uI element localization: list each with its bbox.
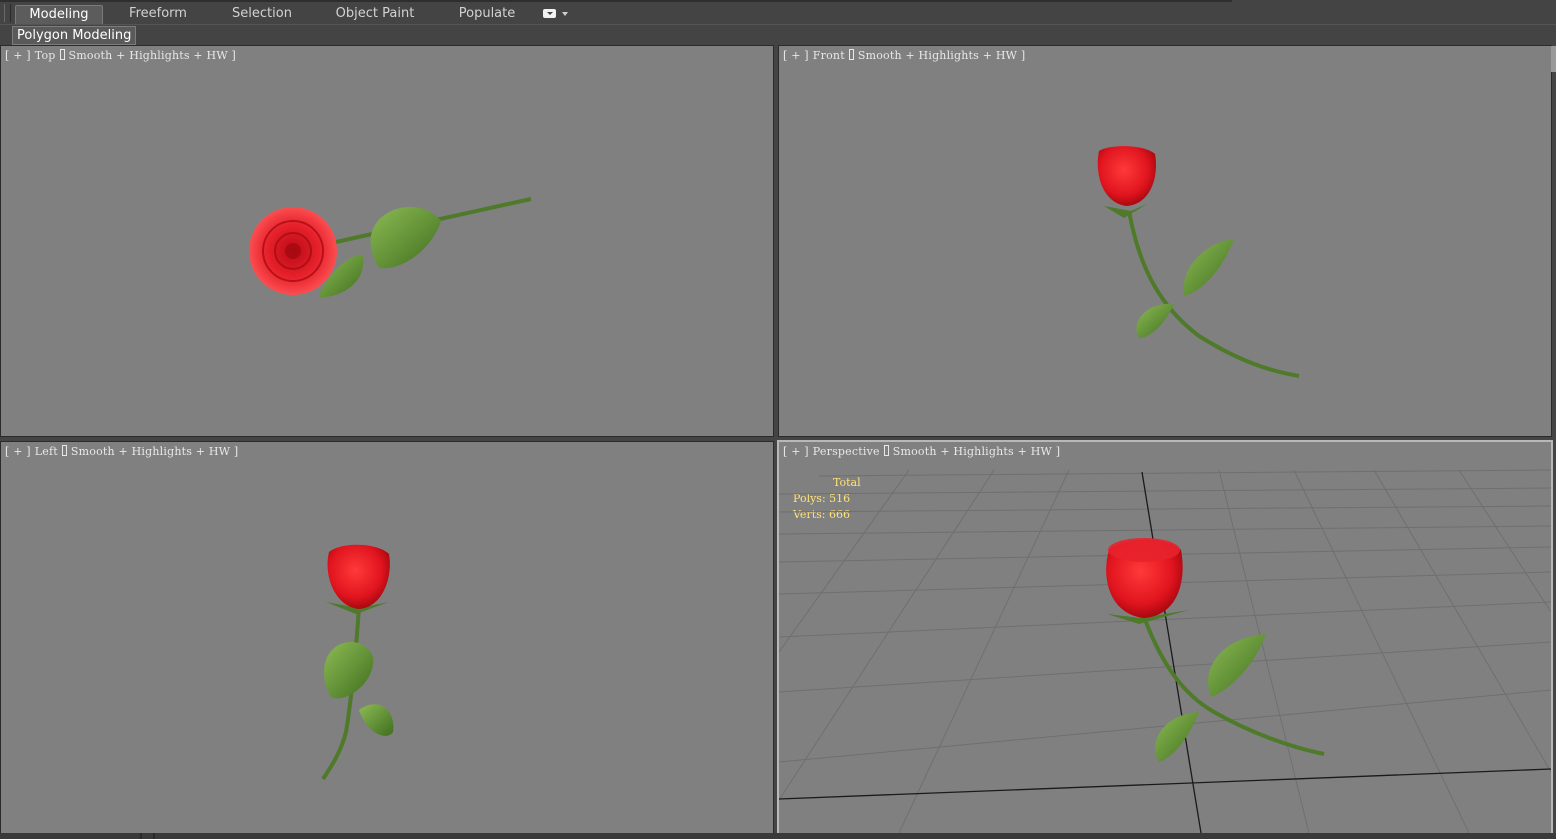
viewport-left-scene bbox=[321, 544, 394, 781]
ribbon-panel-bar: Polygon Modeling bbox=[0, 24, 1556, 45]
ribbon-grip-handle[interactable] bbox=[4, 4, 11, 22]
viewport-top-label[interactable]: [ + ] Top Smooth + Highlights + HW ] bbox=[5, 49, 240, 62]
rose-leaf bbox=[1155, 712, 1199, 762]
tab-populate[interactable]: Populate bbox=[450, 5, 524, 23]
viewport-scrollbar[interactable] bbox=[1551, 46, 1556, 72]
app-window: Modeling Freeform Selection Object Paint… bbox=[0, 0, 1556, 839]
viewport-left-plus-menu[interactable]: [ + ] bbox=[5, 445, 31, 458]
rose-bloom bbox=[327, 544, 390, 609]
tab-modeling[interactable]: Modeling bbox=[15, 5, 103, 24]
viewport-front-plus-menu[interactable]: [ + ] bbox=[783, 49, 809, 62]
ribbon-tab-bar: Modeling Freeform Selection Object Paint… bbox=[0, 0, 1556, 24]
chevron-down-icon bbox=[562, 12, 568, 16]
rose-leaf bbox=[323, 642, 374, 699]
rose-leaf bbox=[359, 704, 394, 736]
grid-x-axis bbox=[779, 768, 1551, 800]
rose-bloom bbox=[1097, 146, 1156, 206]
viewport-perspective[interactable]: [ + ] Perspective Smooth + Highlights + HW… bbox=[777, 440, 1553, 835]
tab-object-paint[interactable]: Object Paint bbox=[330, 5, 420, 23]
ribbon-options-icon bbox=[543, 9, 556, 18]
tab-freeform[interactable]: Freeform bbox=[118, 5, 198, 23]
home-grid bbox=[779, 469, 1551, 833]
divider bbox=[153, 833, 155, 839]
rose-model-top[interactable] bbox=[249, 197, 532, 298]
rose-leaf bbox=[1183, 239, 1234, 296]
separator-icon bbox=[59, 49, 65, 60]
viewport-front-label[interactable]: [ + ] Front Smooth + Highlights + HW ] bbox=[783, 49, 1029, 62]
viewport-top[interactable]: [ + ] Top Smooth + Highlights + HW ] bbox=[0, 45, 774, 437]
rose-leaf bbox=[1136, 303, 1174, 338]
viewport-left[interactable]: [ + ] Left Smooth + Highlights + HW ] bbox=[0, 441, 774, 834]
separator-icon bbox=[848, 49, 854, 60]
viewport-top-shading-menu[interactable]: Smooth + Highlights + HW ] bbox=[69, 49, 237, 62]
tab-selection[interactable]: Selection bbox=[222, 5, 302, 23]
rose-leaf bbox=[370, 206, 441, 269]
viewport-front-shading-menu[interactable]: Smooth + Highlights + HW ] bbox=[858, 49, 1026, 62]
ribbon-top-border bbox=[0, 0, 1232, 2]
viewport-top-scene bbox=[249, 197, 532, 298]
viewport-left-view-menu[interactable]: Left bbox=[35, 445, 58, 458]
viewport-front[interactable]: [ + ] Front Smooth + Highlights + HW ] bbox=[778, 45, 1552, 437]
viewport-perspective-scene bbox=[779, 469, 1551, 833]
bottom-status-strip bbox=[0, 833, 1556, 839]
grid-y-axis bbox=[1141, 471, 1202, 833]
rose-leaf bbox=[1207, 634, 1266, 697]
divider bbox=[140, 833, 142, 839]
separator-icon bbox=[61, 445, 67, 456]
viewport-front-scene bbox=[1097, 146, 1300, 378]
rose-stem bbox=[1127, 210, 1300, 378]
rose-model-left[interactable] bbox=[321, 544, 394, 781]
rose-model-front[interactable] bbox=[1097, 146, 1300, 378]
ribbon-options-dropdown[interactable] bbox=[543, 8, 569, 20]
viewport-left-label[interactable]: [ + ] Left Smooth + Highlights + HW ] bbox=[5, 445, 242, 458]
polygon-modeling-panel-tab[interactable]: Polygon Modeling bbox=[12, 26, 137, 45]
viewport-top-plus-menu[interactable]: [ + ] bbox=[5, 49, 31, 62]
viewport-front-view-menu[interactable]: Front bbox=[813, 49, 845, 62]
viewport-left-shading-menu[interactable]: Smooth + Highlights + HW ] bbox=[71, 445, 239, 458]
viewport-top-view-menu[interactable]: Top bbox=[35, 49, 56, 62]
